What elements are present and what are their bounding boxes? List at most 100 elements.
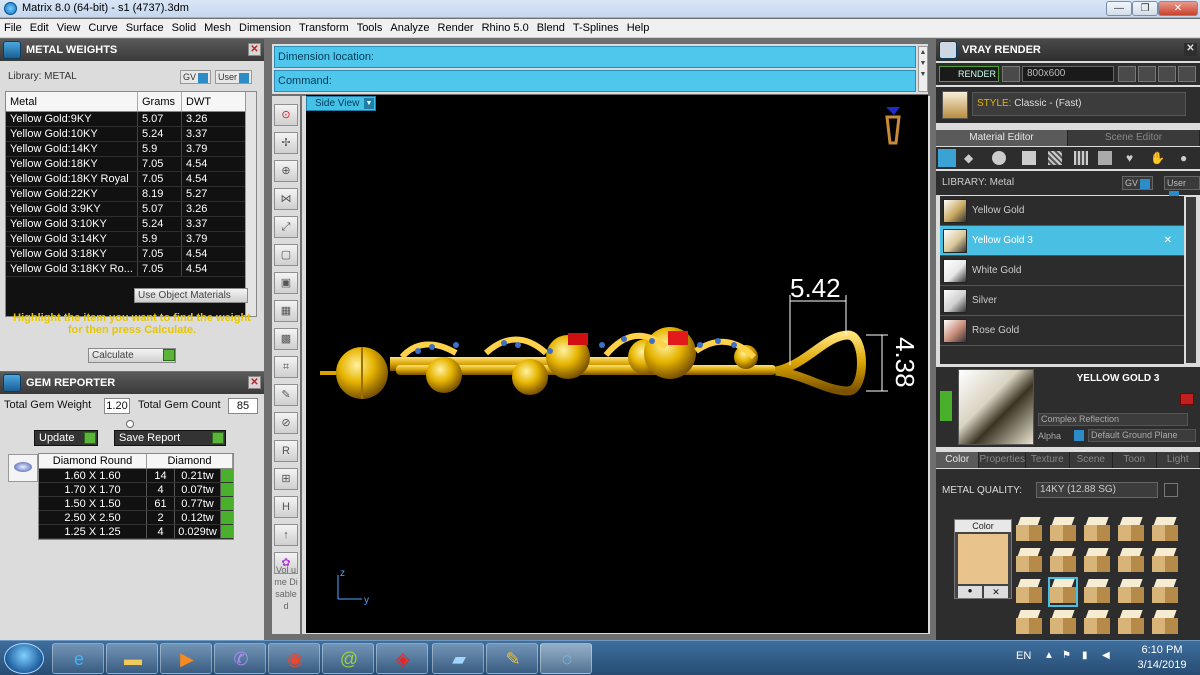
volume-icon[interactable]: ◀	[1102, 650, 1110, 661]
sphere-icon[interactable]: ⊕	[274, 160, 298, 182]
material-scrollbar[interactable]	[1186, 197, 1196, 363]
menu-file[interactable]: File	[0, 19, 26, 38]
clock-date[interactable]: 3/14/2019	[1132, 659, 1192, 671]
play-icon[interactable]	[221, 469, 233, 482]
metal-color-cube[interactable]	[1152, 548, 1178, 574]
metal-color-cube[interactable]	[1050, 548, 1076, 574]
table-row[interactable]: Yellow Gold 3:9KY 5.07 3.26	[6, 202, 256, 217]
material-item[interactable]: White Gold	[940, 256, 1184, 286]
metal-color-cube[interactable]	[1050, 517, 1076, 543]
view-name-dropdown[interactable]: Side View ▼	[306, 96, 376, 111]
metal-color-cube[interactable]	[1118, 517, 1144, 543]
menu-tsplines[interactable]: T-Splines	[569, 19, 623, 38]
metal-color-cube[interactable]	[1152, 579, 1178, 605]
clear-icon[interactable]: ✕	[984, 586, 1008, 598]
command-scrollbar[interactable]: ▲ ▼ ▼	[918, 46, 928, 92]
metal-color-cube[interactable]	[1152, 610, 1178, 636]
settings-icon[interactable]	[1164, 483, 1178, 497]
hidden-icon[interactable]: H	[274, 496, 298, 518]
table-row[interactable]: Yellow Gold:18KY Royal 7.05 4.54	[6, 172, 256, 187]
save-report-button[interactable]: Save Report	[114, 430, 226, 446]
metal-color-cube[interactable]	[1016, 610, 1042, 636]
metal-color-cube[interactable]	[1084, 517, 1110, 543]
table-row[interactable]: 1.50 X 1.50 61 0.77tw	[39, 497, 233, 511]
col-diamond-round[interactable]: Diamond Round	[39, 454, 147, 468]
signal-icon[interactable]: ▮	[1082, 650, 1088, 661]
close-icon[interactable]: ✕	[1184, 43, 1197, 56]
col-diamond[interactable]: Diamond	[147, 454, 233, 468]
tab-texture[interactable]: Texture	[1026, 452, 1070, 468]
table-row[interactable]: Yellow Gold 3:14KY 5.9 3.79	[6, 232, 256, 247]
restore-button[interactable]: ❐	[1132, 1, 1158, 16]
user-toggle[interactable]: User	[215, 70, 253, 84]
metal-color-cube[interactable]	[1118, 610, 1144, 636]
record-icon[interactable]: ⊙	[274, 104, 298, 126]
material-item[interactable]: Yellow Gold 3 ✕	[940, 226, 1184, 256]
menu-solid[interactable]: Solid	[168, 19, 200, 38]
taskbar-notes[interactable]: ▰	[432, 643, 484, 674]
render-button[interactable]: RENDER	[939, 66, 999, 82]
gv-toggle[interactable]: GV	[180, 70, 212, 84]
close-button[interactable]: ✕	[1158, 1, 1198, 16]
metal-color-cube[interactable]	[1016, 517, 1042, 543]
tab-scene[interactable]: Scene	[1069, 452, 1114, 468]
table-row[interactable]: Yellow Gold:18KY 7.05 4.54	[6, 157, 256, 172]
bulb-icon[interactable]: ●	[1180, 151, 1194, 165]
taskbar-app[interactable]: @	[322, 643, 374, 674]
menu-edit[interactable]: Edit	[26, 19, 53, 38]
metal-color-cube[interactable]	[1084, 579, 1110, 605]
calculate-button[interactable]: Calculate	[88, 348, 176, 363]
taskbar-viber[interactable]: ✆	[214, 643, 266, 674]
table-row[interactable]: Yellow Gold:22KY 8.19 5.27	[6, 187, 256, 202]
box-edge-icon[interactable]: ▩	[274, 328, 298, 350]
taskbar-explorer[interactable]: ▬	[106, 643, 158, 674]
grid-icon[interactable]	[1178, 66, 1196, 82]
play-icon[interactable]	[221, 511, 233, 524]
hearts-icon[interactable]: ♥	[1126, 151, 1142, 165]
viewport-side[interactable]: 5.42 4.38 z y	[306, 95, 928, 633]
table-row[interactable]: 2.50 X 2.50 2 0.12tw	[39, 511, 233, 525]
table-row[interactable]: Yellow Gold:14KY 5.9 3.79	[6, 142, 256, 157]
metal-quality-dropdown[interactable]: 14KY (12.88 SG)	[1036, 482, 1158, 498]
col-metal[interactable]: Metal	[6, 92, 138, 111]
table-row[interactable]: Yellow Gold 3:10KY 5.24 3.37	[6, 217, 256, 232]
vray-gv-toggle[interactable]: GV	[1122, 176, 1154, 190]
dimension-vertical[interactable]: 4.38	[890, 337, 920, 388]
clock-time[interactable]: 6:10 PM	[1132, 644, 1192, 656]
drop-icon[interactable]	[938, 149, 956, 167]
tab-light[interactable]: Light	[1156, 452, 1200, 468]
menu-blend[interactable]: Blend	[533, 19, 569, 38]
flag-icon[interactable]: ⚑	[1062, 650, 1071, 661]
table-row[interactable]: Yellow Gold:10KY 5.24 3.37	[6, 127, 256, 142]
tab-material-editor[interactable]: Material Editor	[936, 130, 1068, 146]
col-grams[interactable]: Grams	[138, 92, 182, 111]
color-swatch[interactable]	[958, 534, 1008, 584]
list-icon[interactable]	[1158, 66, 1176, 82]
resolution-dropdown[interactable]: 800x600	[1022, 66, 1114, 82]
square-icon[interactable]	[1022, 151, 1036, 165]
total-count-field[interactable]: 85	[228, 398, 258, 414]
material-item[interactable]: Silver	[940, 286, 1184, 316]
network-icon[interactable]: ⋈	[274, 188, 298, 210]
table-row[interactable]: 1.70 X 1.70 4 0.07tw	[39, 483, 233, 497]
menu-rhino[interactable]: Rhino 5.0	[478, 19, 533, 38]
table-row[interactable]: Yellow Gold:9KY 5.07 3.26	[6, 112, 256, 127]
menu-mesh[interactable]: Mesh	[200, 19, 235, 38]
expand-icon[interactable]	[940, 391, 952, 421]
transform-icon[interactable]: ⤢	[274, 216, 298, 238]
metal-color-cube[interactable]	[1050, 610, 1076, 636]
rewind-icon[interactable]	[1118, 66, 1136, 82]
menu-view[interactable]: View	[53, 19, 85, 38]
array-icon[interactable]: ⌗	[274, 356, 298, 378]
start-button[interactable]	[4, 643, 44, 674]
off-icon[interactable]: ⊘	[274, 412, 298, 434]
tab-scene-editor[interactable]: Scene Editor	[1068, 130, 1200, 146]
metal-color-cube[interactable]	[1118, 548, 1144, 574]
col-dwt[interactable]: DWT	[182, 92, 240, 111]
menu-render[interactable]: Render	[434, 19, 478, 38]
metal-color-cube[interactable]	[1152, 517, 1178, 543]
grid-texture-icon[interactable]	[1074, 151, 1088, 165]
metal-color-cube[interactable]	[1118, 579, 1144, 605]
play-icon[interactable]	[221, 525, 233, 538]
table-row[interactable]: Yellow Gold 3:18KY Ro... 7.05 4.54	[6, 262, 256, 277]
